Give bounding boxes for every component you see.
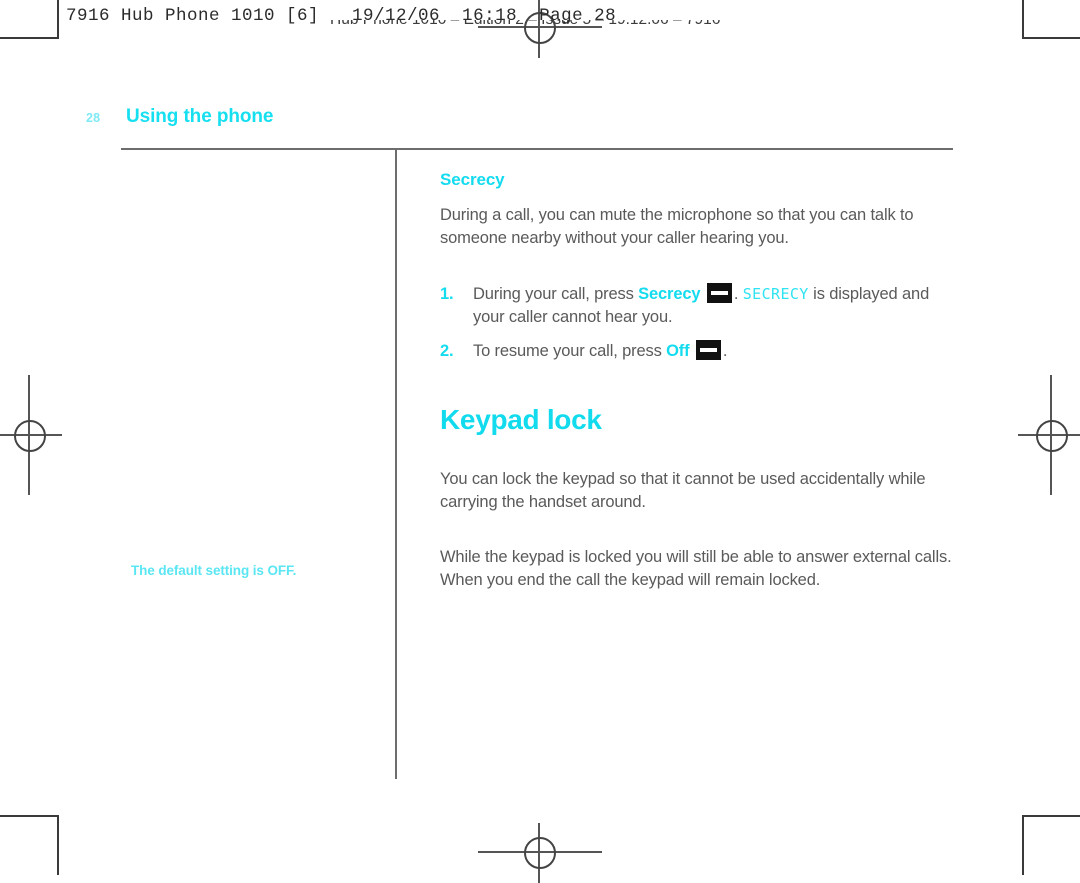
heading-keypad-lock: Keypad lock xyxy=(440,404,602,436)
keypad-lock-paragraph-2: While the keypad is locked you will stil… xyxy=(440,547,952,590)
subheading-secrecy: Secrecy xyxy=(440,170,505,189)
lcd-display-text: SECRECY xyxy=(742,284,809,303)
main-text-column: Secrecy During a call, you can mute the … xyxy=(440,170,955,607)
softkey-label-off: Off xyxy=(666,341,690,360)
step-number: 2. xyxy=(440,341,454,360)
secrecy-intro-paragraph: During a call, you can mute the micropho… xyxy=(440,206,914,248)
step-text-part1: During your call, press xyxy=(473,284,634,303)
list-item: 1. During your call, press Secrecy . SECR… xyxy=(440,282,955,330)
handset-minus-key-icon xyxy=(706,282,732,303)
punctuation: . xyxy=(722,341,728,360)
step-text-part1: To resume your call, press xyxy=(473,341,662,360)
list-item: 2. To resume your call, press Off . xyxy=(440,339,955,363)
margin-note: The default setting is OFF. xyxy=(131,563,297,578)
section-title: Using the phone xyxy=(126,106,274,127)
vertical-column-rule xyxy=(395,150,397,779)
page-number: 28 xyxy=(86,111,101,125)
handset-minus-key-icon xyxy=(695,339,721,360)
secrecy-steps-list: 1. During your call, press Secrecy . SECR… xyxy=(440,282,955,363)
softkey-label-secrecy: Secrecy xyxy=(638,284,701,303)
running-head: 28 Using the phone xyxy=(86,106,273,128)
horizontal-rule xyxy=(121,148,953,150)
manual-page: 28 Using the phone The default setting i… xyxy=(0,0,1080,873)
step-number: 1. xyxy=(440,284,454,303)
keypad-lock-paragraph-1: You can lock the keypad so that it canno… xyxy=(440,469,926,512)
